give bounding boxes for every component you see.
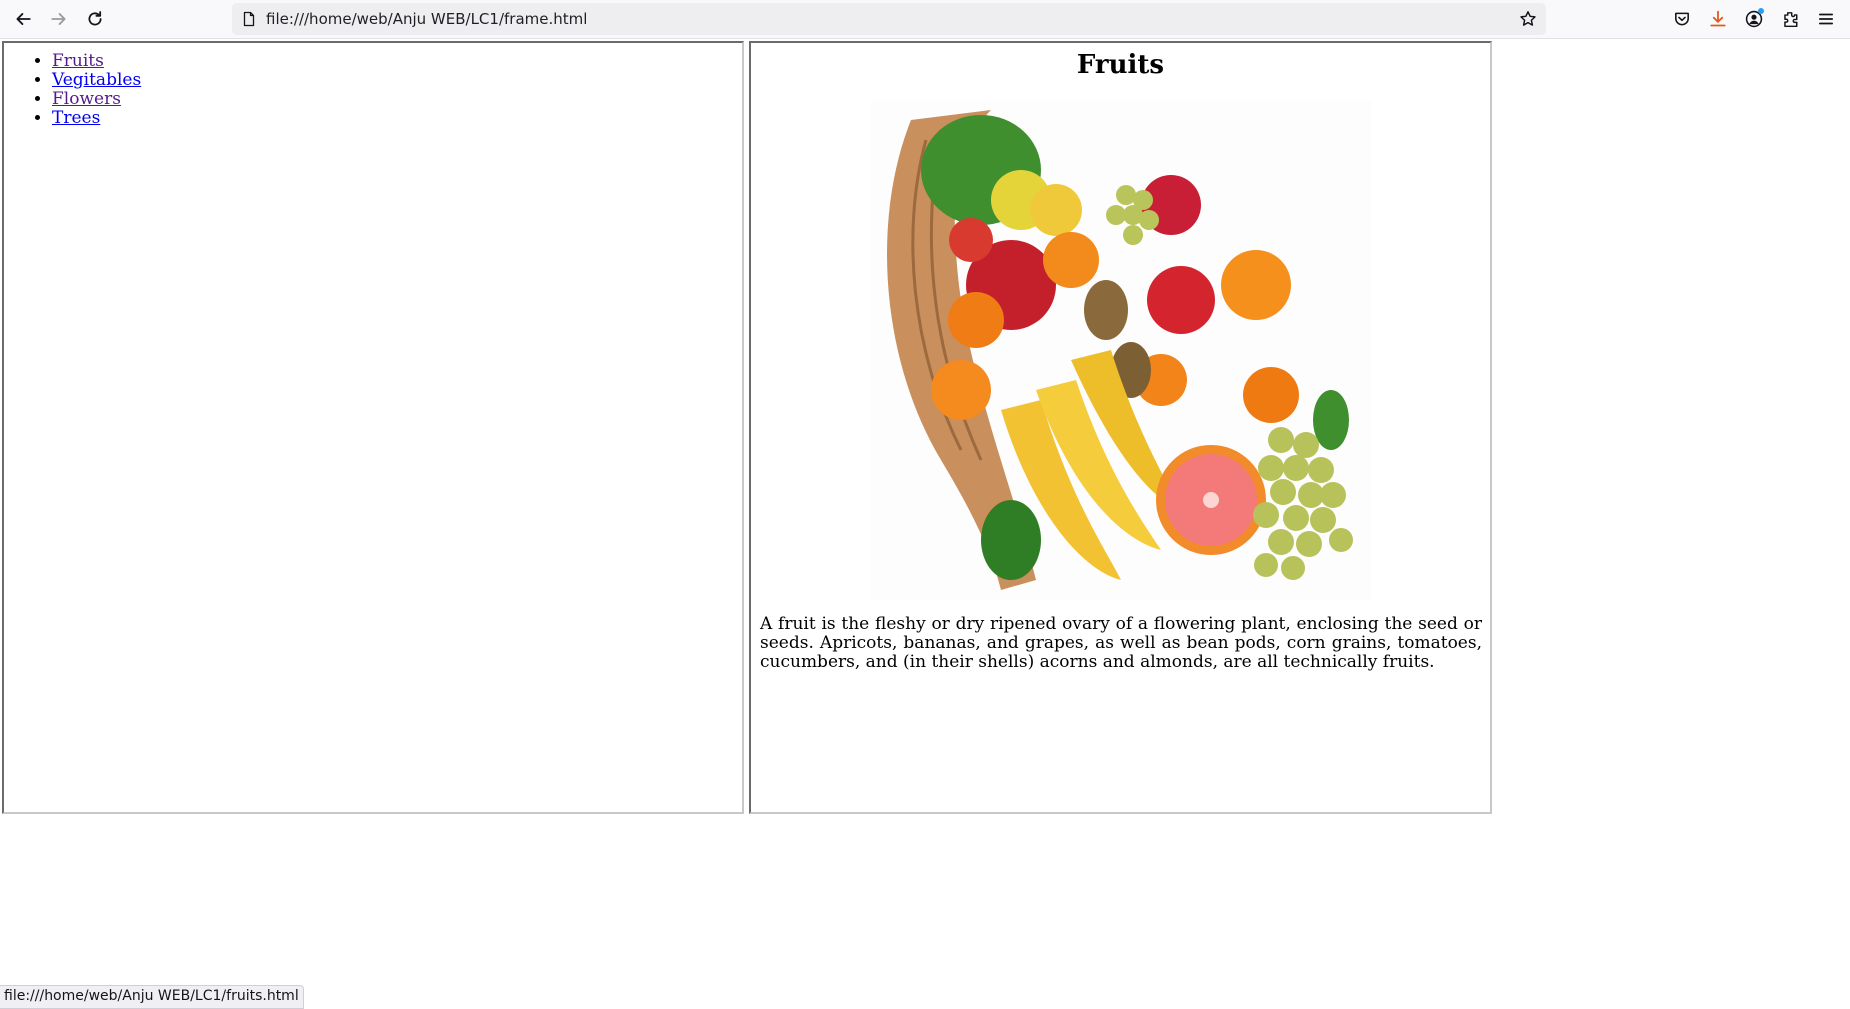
nav-link-trees[interactable]: Trees <box>52 108 100 128</box>
pocket-button[interactable] <box>1666 3 1698 35</box>
status-bar: file:///home/web/Anju WEB/LC1/fruits.htm… <box>0 985 304 1009</box>
fruit-basket-image <box>871 100 1371 600</box>
forward-button[interactable] <box>43 3 75 35</box>
download-icon <box>1710 10 1726 27</box>
browser-toolbar: file:///home/web/Anju WEB/LC1/frame.html <box>0 0 1850 39</box>
bookmark-button[interactable] <box>1516 7 1540 31</box>
extensions-button[interactable] <box>1774 3 1806 35</box>
nav-link-flowers[interactable]: Flowers <box>52 89 121 109</box>
downloads-button[interactable] <box>1702 3 1734 35</box>
nav-frame[interactable]: Fruits Vegitables Flowers Trees <box>2 41 744 814</box>
content-frame[interactable]: Fruits A fruit is the fleshy or dry ripe… <box>749 41 1492 814</box>
bookmark-star-icon <box>1520 11 1536 26</box>
back-button[interactable] <box>7 3 39 35</box>
page-title: Fruits <box>1076 50 1165 80</box>
nav-item-fruits: Fruits <box>52 52 141 71</box>
back-icon <box>16 13 31 25</box>
pocket-icon <box>1675 12 1689 26</box>
menu-button[interactable] <box>1810 3 1842 35</box>
nav-link-vegitables[interactable]: Vegitables <box>52 70 141 90</box>
fruit-description: A fruit is the fleshy or dry ripened ova… <box>760 614 1482 672</box>
url-text[interactable]: file:///home/web/Anju WEB/LC1/frame.html <box>266 3 587 35</box>
nav-list: Fruits Vegitables Flowers Trees <box>4 52 141 128</box>
address-bar[interactable]: file:///home/web/Anju WEB/LC1/frame.html <box>232 3 1546 35</box>
reload-button[interactable] <box>79 3 111 35</box>
forward-icon <box>51 13 66 25</box>
page-icon <box>243 11 255 27</box>
nav-link-fruits[interactable]: Fruits <box>52 51 104 71</box>
reload-icon <box>88 11 102 26</box>
account-badge-dot <box>1758 8 1764 14</box>
nav-item-trees: Trees <box>52 109 141 128</box>
extensions-icon <box>1784 12 1798 28</box>
nav-item-flowers: Flowers <box>52 90 141 109</box>
account-button[interactable] <box>1738 3 1770 35</box>
menu-icon <box>1818 13 1834 25</box>
nav-item-vegitables: Vegitables <box>52 71 141 90</box>
